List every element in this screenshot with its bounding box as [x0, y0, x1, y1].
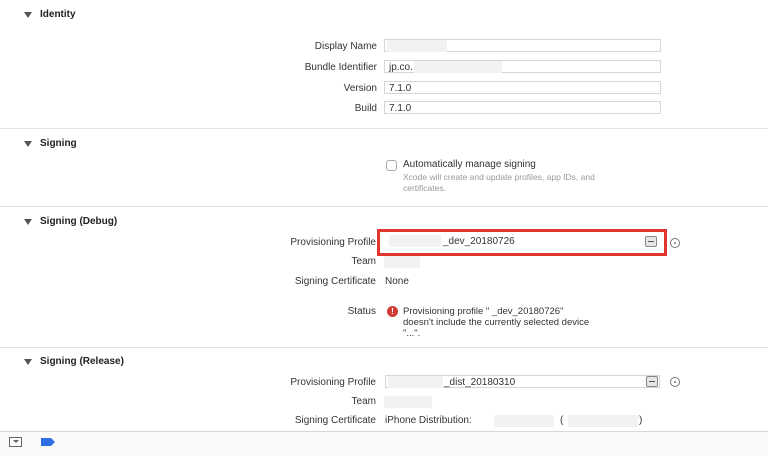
release-provisioning-profile-popup[interactable]: _dist_20180310 — [385, 375, 660, 388]
popup-chevron-icon[interactable] — [645, 236, 657, 247]
section-divider — [0, 347, 768, 348]
status-message-line3: "...". — [403, 328, 421, 339]
auto-manage-signing-label: Automatically manage signing — [403, 159, 536, 170]
section-divider — [0, 128, 768, 129]
redacted-block — [384, 256, 420, 268]
redacted-block — [568, 415, 638, 427]
section-divider — [0, 206, 768, 207]
error-icon: ! — [387, 306, 398, 317]
cert-paren-close: ) — [639, 415, 643, 426]
debug-status-label: Status — [347, 306, 376, 317]
auto-manage-signing-checkbox[interactable] — [386, 160, 397, 171]
redacted-block — [494, 415, 554, 427]
build-label: Build — [354, 103, 377, 114]
cert-paren-open: ( — [560, 415, 564, 426]
bundle-identifier-label: Bundle Identifier — [304, 62, 377, 73]
display-name-label: Display Name — [314, 41, 377, 52]
disclosure-triangle-icon[interactable] — [24, 141, 32, 147]
release-team-label: Team — [351, 396, 376, 407]
debug-signing-certificate-value: None — [385, 276, 409, 287]
release-signing-certificate-value: iPhone Distribution: — [385, 415, 472, 426]
debug-signing-certificate-label: Signing Certificate — [294, 276, 376, 287]
auto-manage-hint-line2: certificates. — [403, 183, 446, 193]
status-message-line2: doesn't include the currently selected d… — [403, 317, 590, 328]
version-field[interactable]: 7.1.0 — [384, 81, 661, 94]
info-icon[interactable] — [670, 238, 680, 248]
redacted-block — [388, 376, 443, 388]
debug-team-label: Team — [351, 256, 376, 267]
redacted-block — [387, 40, 447, 52]
section-title-signing-release: Signing (Release) — [40, 356, 124, 367]
release-signing-certificate-label: Signing Certificate — [294, 415, 376, 426]
auto-manage-hint-line1: Xcode will create and update profiles, a… — [403, 172, 595, 182]
release-profile-value: _dist_20180310 — [444, 377, 516, 388]
section-title-signing-debug: Signing (Debug) — [40, 216, 118, 227]
tag-icon[interactable] — [41, 438, 55, 446]
disclosure-triangle-icon[interactable] — [24, 219, 32, 225]
popup-chevron-icon[interactable] — [646, 376, 658, 387]
debug-provisioning-profile-popup[interactable]: _dev_20180726 — [385, 235, 661, 248]
debug-provisioning-profile-label: Provisioning Profile — [290, 237, 376, 248]
release-provisioning-profile-label: Provisioning Profile — [290, 377, 376, 388]
section-title-identity: Identity — [40, 9, 76, 20]
disclosure-triangle-icon[interactable] — [24, 359, 32, 365]
section-title-signing: Signing — [40, 138, 77, 149]
section-signing-header[interactable]: Signing — [0, 134, 768, 160]
redacted-block — [414, 61, 502, 73]
build-field[interactable]: 7.1.0 — [384, 101, 661, 114]
redacted-block — [389, 235, 441, 247]
info-icon[interactable] — [670, 377, 680, 387]
tray-icon[interactable] — [9, 437, 22, 447]
section-identity-header[interactable]: Identity — [0, 5, 768, 31]
bottom-toolbar — [0, 431, 768, 456]
redacted-block — [384, 396, 432, 408]
disclosure-triangle-icon[interactable] — [24, 12, 32, 18]
status-message-line1: Provisioning profile " _dev_20180726" — [403, 306, 564, 317]
version-label: Version — [343, 83, 377, 94]
debug-profile-value: _dev_20180726 — [443, 236, 515, 247]
